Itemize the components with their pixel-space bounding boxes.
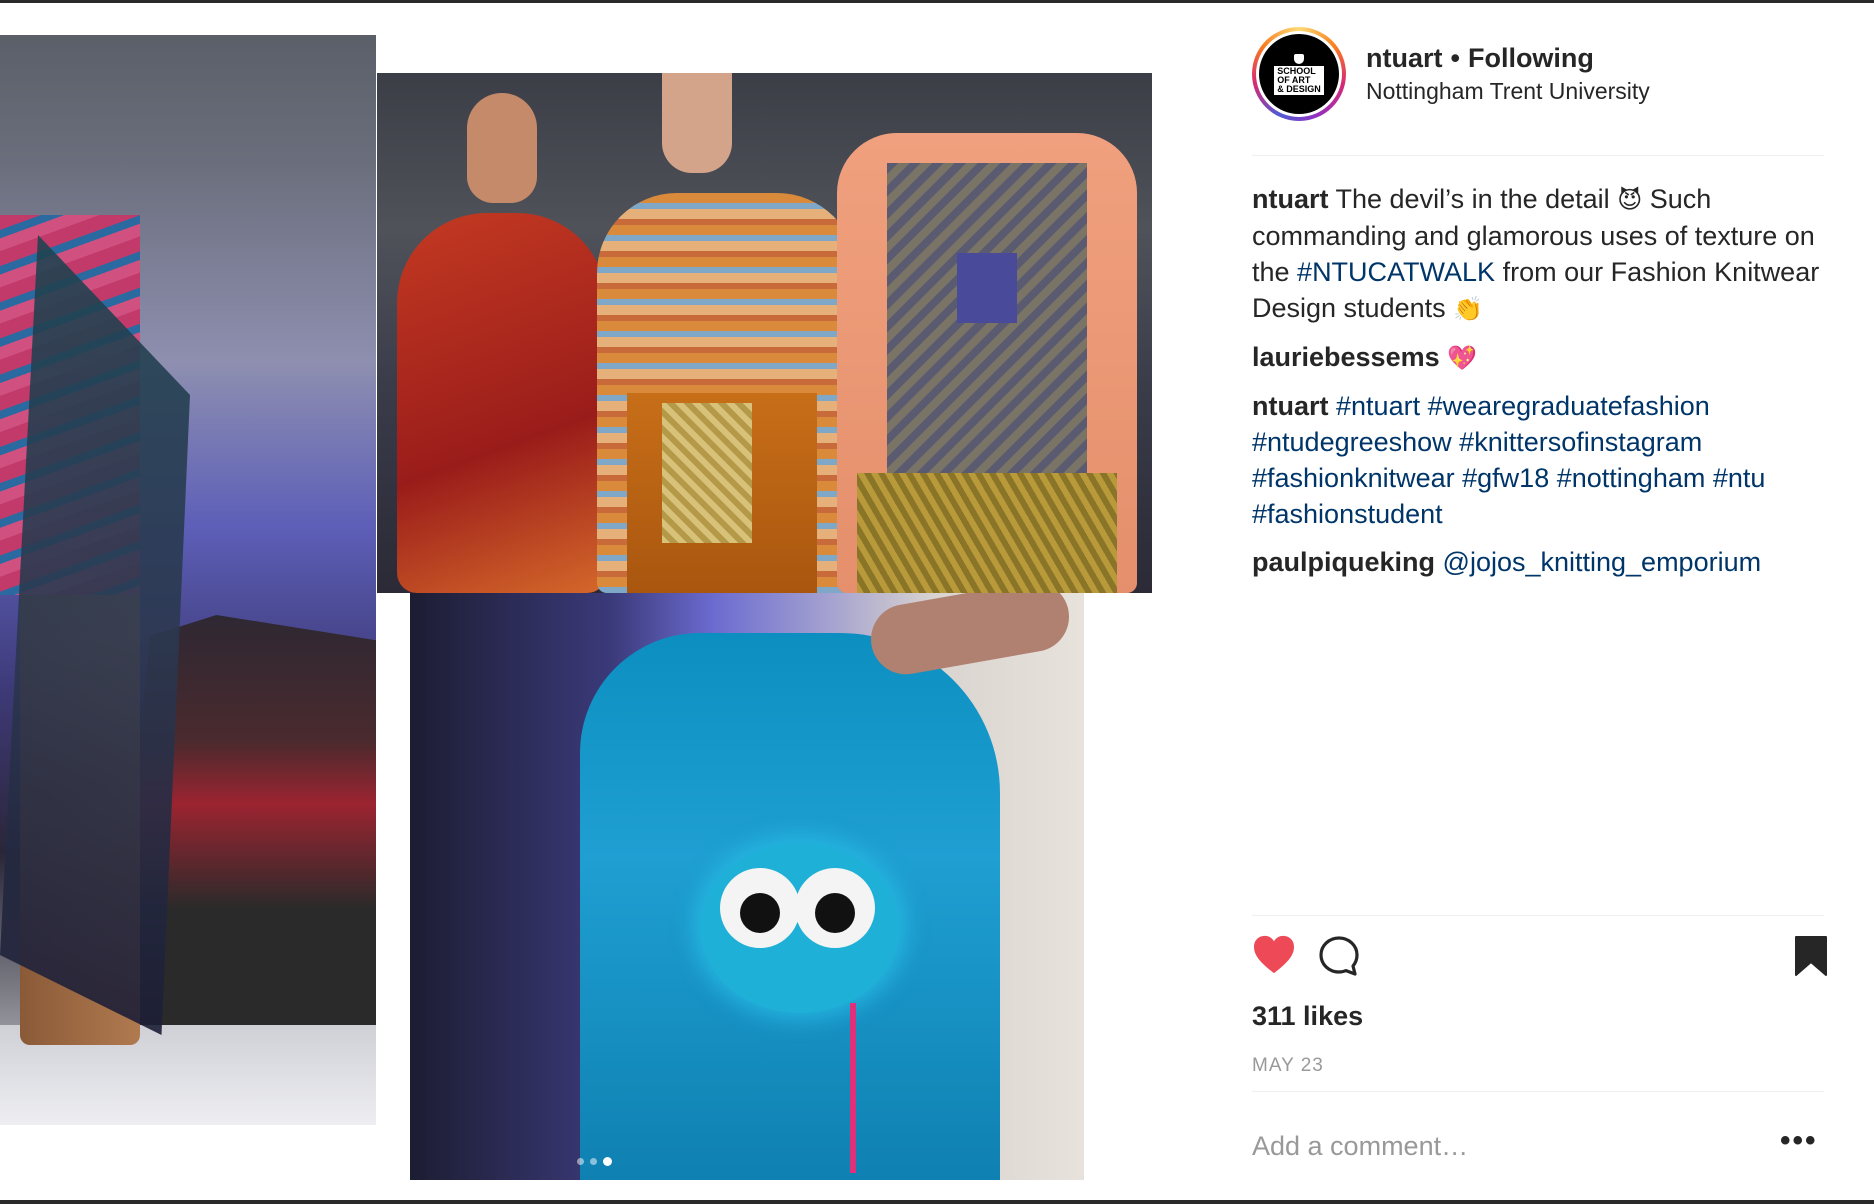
blue-bib-pocket bbox=[957, 253, 1017, 323]
heart-icon[interactable] bbox=[1252, 935, 1296, 980]
hashtag-link[interactable]: #ntudegreeshow bbox=[1252, 427, 1452, 457]
model-arm bbox=[865, 593, 1075, 680]
post-username[interactable]: ntuart bbox=[1366, 43, 1443, 73]
mention-link[interactable]: @jojos_knitting_emporium bbox=[1443, 547, 1762, 577]
bag-pupil-right bbox=[815, 893, 855, 933]
red-knit-jacket bbox=[397, 213, 607, 593]
photo-three-models-knitwear bbox=[377, 73, 1152, 593]
gold-knit-pocket bbox=[662, 403, 752, 543]
hashtag-link[interactable]: #fashionstudent bbox=[1252, 499, 1443, 529]
emoji: 😈 bbox=[1617, 186, 1643, 214]
comment-username[interactable]: paulpiqueking bbox=[1252, 547, 1435, 577]
carousel-indicator bbox=[577, 1157, 612, 1166]
hashtag-link[interactable]: #nottingham bbox=[1557, 463, 1706, 493]
add-comment-input[interactable] bbox=[1252, 1131, 1752, 1162]
comment-text bbox=[1549, 463, 1557, 493]
hashtag-link[interactable]: #ntuart bbox=[1336, 391, 1420, 421]
action-bar bbox=[1252, 935, 1832, 985]
comment-text bbox=[1435, 547, 1443, 577]
actions-divider bbox=[1252, 915, 1824, 916]
comment-username[interactable]: ntuart bbox=[1252, 184, 1329, 214]
post-detail-panel: SCHOOL OF ART & DESIGN ntuart • Following … bbox=[1210, 3, 1874, 1200]
comment-item: ntuart The devil’s in the detail 😈 Such … bbox=[1252, 181, 1832, 327]
hashtag-link[interactable]: #ntu bbox=[1713, 463, 1766, 493]
carousel-dot-active[interactable] bbox=[603, 1157, 612, 1166]
bag-pupil-left bbox=[740, 893, 780, 933]
carousel-dot[interactable] bbox=[577, 1158, 584, 1165]
comment-text bbox=[1420, 391, 1428, 421]
bookmark-icon[interactable] bbox=[1794, 935, 1828, 982]
post-location[interactable]: Nottingham Trent University bbox=[1366, 75, 1650, 107]
comment-text bbox=[1455, 463, 1463, 493]
hashtag-link[interactable]: #NTUCATWALK bbox=[1297, 257, 1495, 287]
hashtag-link[interactable]: #gfw18 bbox=[1462, 463, 1549, 493]
comment-item: ntuart #ntuart #wearegraduatefashion #nt… bbox=[1252, 388, 1832, 532]
hashtag-link[interactable]: #wearegraduatefashion bbox=[1428, 391, 1710, 421]
window-bottom-edge bbox=[0, 1200, 1874, 1204]
comment-username[interactable]: lauriebessems bbox=[1252, 342, 1440, 372]
avatar[interactable]: SCHOOL OF ART & DESIGN bbox=[1259, 34, 1339, 114]
comment-item: lauriebessems 💖 bbox=[1252, 339, 1832, 376]
photo-blue-cape-bag bbox=[410, 593, 1084, 1180]
hashtag-link[interactable]: #fashionknitwear bbox=[1252, 463, 1455, 493]
shield-icon bbox=[1294, 53, 1304, 64]
comments-list: ntuart The devil’s in the detail 😈 Such … bbox=[1252, 181, 1832, 592]
comment-input-divider bbox=[1252, 1091, 1824, 1092]
avatar-logo-text: SCHOOL OF ART & DESIGN bbox=[1274, 65, 1324, 95]
gold-knit-pockets bbox=[857, 473, 1117, 593]
carousel-dot[interactable] bbox=[590, 1158, 597, 1165]
comment-text bbox=[1329, 391, 1337, 421]
model-head bbox=[467, 93, 537, 203]
photo-runway-model-left bbox=[0, 35, 376, 1125]
comment-text: The devil’s in the detail bbox=[1328, 184, 1618, 214]
avatar-border: SCHOOL OF ART & DESIGN bbox=[1256, 31, 1342, 117]
emoji: 👏 bbox=[1453, 295, 1484, 323]
post-date[interactable]: MAY 23 bbox=[1252, 1055, 1324, 1077]
comment-text bbox=[1440, 342, 1448, 372]
avatar-story-ring[interactable]: SCHOOL OF ART & DESIGN bbox=[1252, 27, 1346, 121]
comment-bubble-icon[interactable] bbox=[1318, 935, 1360, 982]
post-media-carousel[interactable] bbox=[0, 3, 1210, 1200]
header-text: ntuart • Following Nottingham Trent Univer… bbox=[1366, 41, 1650, 107]
comment-text bbox=[1705, 463, 1713, 493]
model-head bbox=[662, 73, 732, 173]
comment-item: paulpiqueking @jojos_knitting_emporium bbox=[1252, 544, 1832, 580]
post-header: SCHOOL OF ART & DESIGN ntuart • Following … bbox=[1252, 27, 1650, 121]
separator-dot: • bbox=[1450, 43, 1460, 73]
comment-username[interactable]: ntuart bbox=[1252, 391, 1329, 421]
emoji: 💖 bbox=[1447, 344, 1478, 372]
follow-status-button[interactable]: Following bbox=[1468, 43, 1594, 73]
pink-strap bbox=[850, 1003, 856, 1173]
header-divider bbox=[1252, 155, 1824, 156]
hashtag-link[interactable]: #knittersofinstagram bbox=[1459, 427, 1702, 457]
header-line: ntuart • Following bbox=[1366, 41, 1650, 75]
more-options-icon[interactable]: ••• bbox=[1780, 1126, 1818, 1156]
likes-count[interactable]: 311 likes bbox=[1252, 1001, 1363, 1032]
